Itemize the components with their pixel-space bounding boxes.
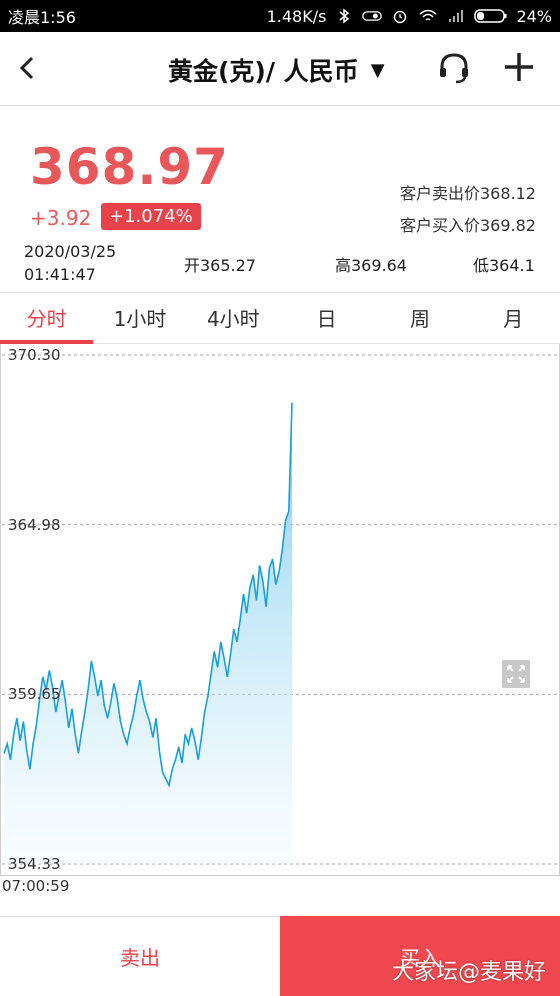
signal-icon [449, 10, 464, 22]
headset-icon[interactable] [436, 50, 472, 86]
client-sell-price: 客户卖出价368.12 [400, 184, 536, 203]
quote-timestamp: 2020/03/25 01:41:47 [24, 240, 116, 286]
y-tick-label: 370.30 [8, 346, 61, 364]
price-area [4, 402, 292, 864]
timeframe-tabs: 分时 1小时 4小时 日 周 月 [0, 292, 560, 344]
change-percent-badge: +1.074% [101, 203, 201, 230]
y-tick-label: 354.33 [8, 855, 61, 873]
sell-button[interactable]: 卖出 [0, 916, 280, 996]
tab-1-hour[interactable]: 1小时 [93, 293, 186, 343]
nav-bar: 黄金(克)/ 人民币 ▼ [0, 32, 560, 106]
battery-icon [474, 9, 507, 23]
status-time: 凌晨1:56 [8, 8, 76, 27]
wifi-icon [419, 9, 437, 21]
instrument-selector[interactable]: 黄金(克)/ 人民币 ▼ [168, 52, 385, 88]
battery-level: 24% [516, 6, 552, 26]
plus-icon[interactable] [502, 50, 536, 84]
fullscreen-icon[interactable] [502, 660, 530, 688]
tab-4-hour[interactable]: 4小时 [187, 293, 280, 343]
caret-down-icon: ▼ [370, 59, 385, 81]
chevron-left-icon[interactable] [14, 50, 44, 86]
current-price: 368.97 [30, 138, 229, 196]
page-title: 黄金(克)/ 人民币 [168, 57, 359, 86]
low-price: 低364.1 [473, 256, 535, 275]
quote-time: 01:41:47 [24, 265, 96, 284]
tab-intraday[interactable]: 分时 [0, 293, 94, 344]
tab-day[interactable]: 日 [280, 293, 373, 343]
y-tick-label: 359.65 [8, 685, 61, 703]
open-price: 开365.27 [184, 256, 256, 275]
watermark: 大家坛@麦果好 [391, 960, 546, 985]
toggle-icon [362, 11, 383, 21]
bluetooth-icon [339, 8, 350, 24]
quote-date: 2020/03/25 [24, 242, 117, 261]
status-bar: 凌晨1:56 1.48K/s 24% [0, 0, 560, 32]
price-chart[interactable] [0, 344, 560, 876]
y-tick-label: 364.98 [8, 516, 61, 534]
client-buy-price: 客户买入价369.82 [400, 216, 536, 235]
x-start-label: 07:00:59 [2, 877, 70, 895]
tab-month[interactable]: 月 [467, 293, 560, 343]
high-price: 高369.64 [335, 256, 407, 275]
tab-week[interactable]: 周 [373, 293, 466, 343]
chart-canvas [2, 354, 558, 865]
alarm-icon [394, 10, 407, 24]
price-change: +3.92 [30, 206, 92, 230]
network-speed: 1.48K/s [266, 6, 327, 26]
